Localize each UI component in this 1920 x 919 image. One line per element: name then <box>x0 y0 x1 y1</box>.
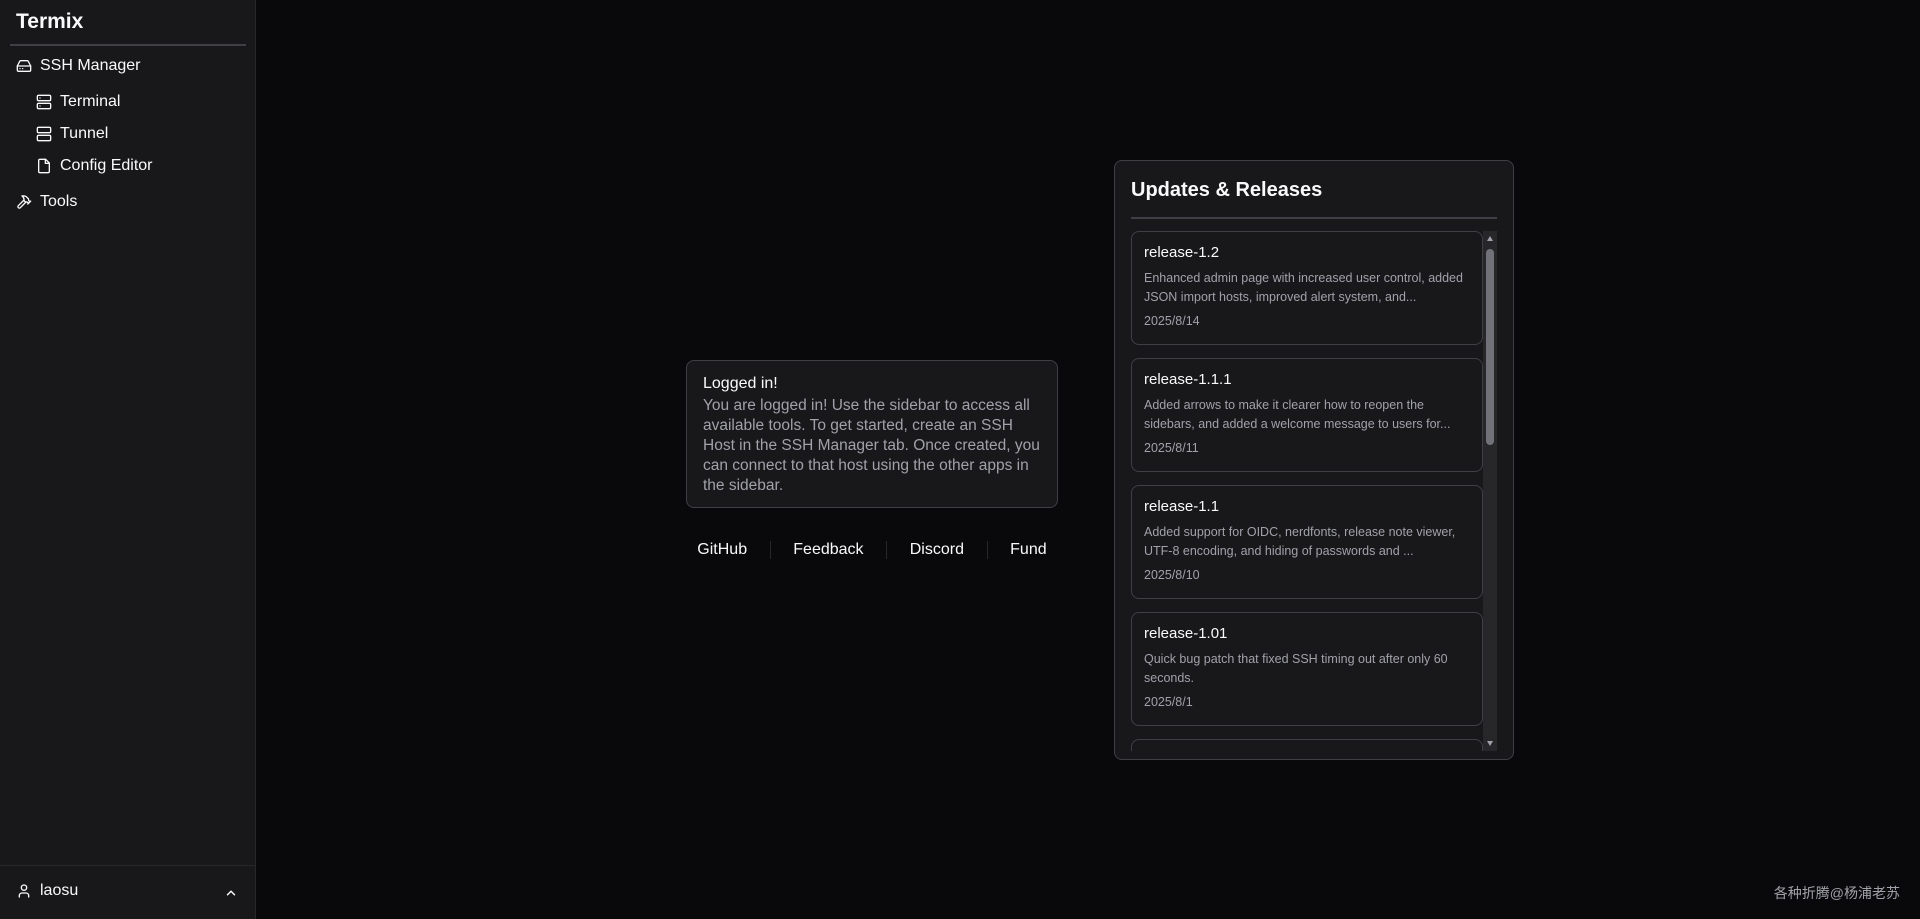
login-card-message: You are logged in! Use the sidebar to ac… <box>703 397 1040 494</box>
release-description: Enhanced admin page with increased user … <box>1144 271 1463 304</box>
sidebar-item-label: Tunnel <box>60 125 109 142</box>
release-list-scrollbar[interactable] <box>1483 231 1497 751</box>
login-card-title: Logged in! <box>703 375 778 392</box>
release-date: 2025/8/14 <box>1144 314 1200 328</box>
footer-links: GitHub Feedback Discord Fund <box>686 538 1058 562</box>
sidebar-item-label: SSH Manager <box>40 57 141 74</box>
user-footer: laosu <box>0 865 256 919</box>
fund-link[interactable]: Fund <box>1010 541 1046 559</box>
brand-title: Termix <box>16 10 84 33</box>
user-menu-button[interactable]: laosu <box>16 882 78 900</box>
divider <box>1131 217 1497 219</box>
release-name: release-1.2 <box>1144 244 1220 261</box>
sidebar: Termix SSH Manager Terminal Tunnel Confi… <box>0 0 256 919</box>
scroll-up-arrow-icon[interactable] <box>1486 235 1494 243</box>
sidebar-item-label: Tools <box>40 193 78 210</box>
release-card[interactable] <box>1131 739 1483 751</box>
server-icon <box>36 94 52 110</box>
hammer-icon <box>17 195 32 209</box>
release-card[interactable]: release-1.1 Added support for OIDC, nerd… <box>1131 485 1483 599</box>
release-date: 2025/8/10 <box>1144 568 1200 582</box>
watermark-text: 各种折腾@杨浦老苏 <box>1773 885 1900 901</box>
updates-title: Updates & Releases <box>1131 179 1323 201</box>
release-name: release-1.01 <box>1144 625 1228 642</box>
user-name: laosu <box>40 882 79 899</box>
sidebar-item-label: Terminal <box>60 93 121 110</box>
updates-panel: Updates & Releases release-1.2 Enhanced … <box>1114 160 1514 760</box>
scrollbar-thumb[interactable] <box>1486 249 1494 445</box>
hard-drive-icon <box>16 60 32 72</box>
file-icon <box>38 158 50 174</box>
divider <box>986 541 988 559</box>
release-date: 2025/8/1 <box>1144 695 1193 709</box>
sidebar-item-tools[interactable]: Tools <box>16 190 77 214</box>
release-name: release-1.1 <box>1144 498 1220 515</box>
divider <box>10 44 246 46</box>
feedback-link[interactable]: Feedback <box>793 541 863 559</box>
release-card[interactable]: release-1.2 Enhanced admin page with inc… <box>1131 231 1483 345</box>
release-description: Added arrows to make it clearer how to r… <box>1144 398 1451 431</box>
release-date: 2025/8/11 <box>1144 441 1199 455</box>
release-card[interactable]: release-1.1.1 Added arrows to make it cl… <box>1131 358 1483 472</box>
release-description: Added support for OIDC, nerdfonts, relea… <box>1144 525 1456 558</box>
github-link[interactable]: GitHub <box>697 541 747 559</box>
login-success-card: Logged in! You are logged in! Use the si… <box>686 360 1058 508</box>
release-list[interactable]: release-1.2 Enhanced admin page with inc… <box>1131 231 1483 751</box>
chevron-up-icon[interactable] <box>224 886 238 900</box>
user-icon <box>18 884 30 898</box>
sidebar-item-ssh-manager[interactable]: SSH Manager <box>16 54 141 78</box>
sidebar-item-terminal[interactable]: Terminal <box>36 90 120 114</box>
sidebar-item-config-editor[interactable]: Config Editor <box>36 154 153 178</box>
divider <box>886 541 888 559</box>
discord-link[interactable]: Discord <box>910 541 964 559</box>
divider <box>769 541 771 559</box>
sidebar-item-label: Config Editor <box>60 157 153 174</box>
sidebar-item-tunnel[interactable]: Tunnel <box>36 122 108 146</box>
release-card[interactable]: release-1.01 Quick bug patch that fixed … <box>1131 612 1483 726</box>
server-icon <box>36 126 52 142</box>
release-description: Quick bug patch that fixed SSH timing ou… <box>1144 652 1448 685</box>
release-name: release-1.1.1 <box>1144 371 1232 388</box>
scroll-down-arrow-icon[interactable] <box>1486 739 1494 747</box>
